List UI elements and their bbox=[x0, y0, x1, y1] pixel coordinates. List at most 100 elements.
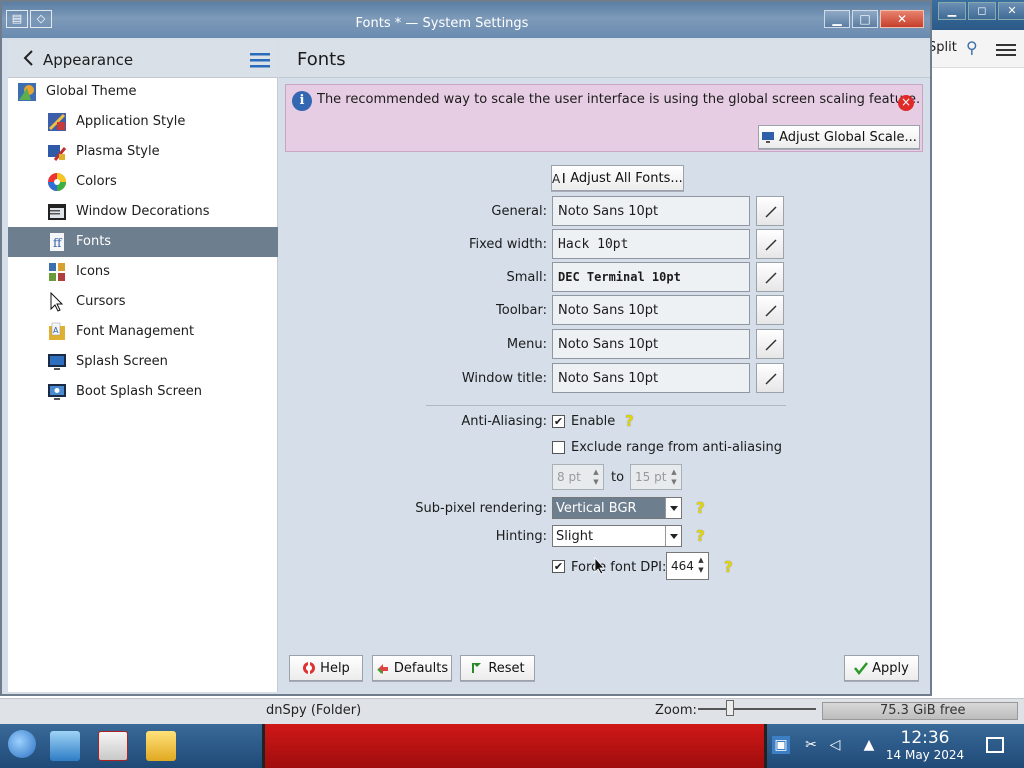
menu-font-choose-button[interactable] bbox=[756, 329, 784, 359]
chevron-down-icon[interactable] bbox=[665, 498, 681, 518]
show-desktop-icon[interactable] bbox=[986, 737, 1004, 753]
zoom-slider-thumb[interactable] bbox=[726, 700, 734, 716]
hamburger-menu-icon[interactable] bbox=[996, 44, 1016, 56]
sidebar-item-plasma-style[interactable]: Plasma Style bbox=[8, 137, 278, 167]
application-style-icon bbox=[48, 113, 66, 131]
boot-splash-screen-icon bbox=[48, 384, 66, 400]
sidebar-item-window-decorations[interactable]: Window Decorations bbox=[8, 197, 278, 227]
spin-arrows[interactable]: ▲ ▼ bbox=[590, 467, 602, 487]
font-adjust-icon: A bbox=[552, 172, 565, 185]
background-close-button[interactable]: ✕ bbox=[998, 2, 1024, 20]
sidebar-item-font-management[interactable]: A Font Management bbox=[8, 317, 278, 347]
adjust-all-fonts-button[interactable]: A Adjust All Fonts... bbox=[551, 165, 684, 191]
subpixel-rendering-select[interactable]: Vertical BGR bbox=[552, 497, 682, 519]
toolbar-font-field[interactable]: Noto Sans 10pt bbox=[552, 295, 750, 325]
background-maximize-button[interactable]: ◻ bbox=[968, 2, 996, 20]
text-editor-taskbar-icon[interactable] bbox=[98, 731, 128, 761]
menu-font-field[interactable]: Noto Sans 10pt bbox=[552, 329, 750, 359]
clock-time[interactable]: 12:36 bbox=[890, 728, 960, 748]
exclude-range-from-spinbox[interactable]: 8 pt ▲ ▼ bbox=[552, 464, 604, 490]
menu-label: Menu: bbox=[506, 337, 547, 352]
sidebar-item-colors[interactable]: Colors bbox=[8, 167, 278, 197]
force-font-dpi-label[interactable]: Force font DPI: bbox=[571, 560, 666, 575]
sidebar-item-label: Splash Screen bbox=[76, 354, 168, 369]
defaults-button[interactable]: Defaults bbox=[372, 655, 452, 681]
sidebar-item-icons[interactable]: Icons bbox=[8, 257, 278, 287]
help-button-label: Help bbox=[320, 660, 350, 676]
scissors-icon[interactable]: ✂ bbox=[802, 736, 820, 754]
background-minimize-button[interactable]: ▁ bbox=[938, 2, 966, 20]
minimize-button[interactable]: ▁ bbox=[824, 10, 850, 28]
content-header: Fonts bbox=[279, 40, 930, 78]
help-button[interactable]: Help bbox=[289, 655, 363, 681]
defaults-icon bbox=[377, 664, 388, 674]
background-split-label[interactable]: Split bbox=[928, 40, 957, 55]
sidebar-item-label: Colors bbox=[76, 174, 117, 189]
window-title-font-field[interactable]: Noto Sans 10pt bbox=[552, 363, 750, 393]
file-manager-taskbar-icon[interactable] bbox=[146, 731, 176, 761]
clock-date[interactable]: 14 May 2024 bbox=[880, 748, 970, 762]
sidebar-item-cursors[interactable]: Cursors bbox=[8, 287, 278, 317]
small-font-choose-button[interactable] bbox=[756, 262, 784, 292]
range-to-value: 15 pt bbox=[635, 470, 667, 484]
reset-button-label: Reset bbox=[488, 660, 525, 676]
font-picker-icon bbox=[765, 373, 777, 385]
general-font-choose-button[interactable] bbox=[756, 196, 784, 226]
close-icon[interactable]: × bbox=[898, 95, 914, 111]
help-icon[interactable]: ? bbox=[696, 499, 710, 517]
sidebar-item-fonts[interactable]: ff Fonts bbox=[8, 227, 278, 257]
help-lifebuoy-icon bbox=[303, 662, 316, 674]
help-icon[interactable]: ? bbox=[625, 412, 639, 430]
chevron-down-icon[interactable] bbox=[665, 526, 681, 546]
system-settings-taskbar-icon[interactable] bbox=[50, 731, 80, 761]
adjust-global-scale-label: Adjust Global Scale... bbox=[779, 129, 917, 145]
exclude-range-label[interactable]: Exclude range from anti-aliasing bbox=[571, 440, 782, 455]
maximize-button[interactable]: □ bbox=[852, 10, 878, 28]
start-menu-icon[interactable] bbox=[8, 730, 36, 758]
svg-text:A: A bbox=[552, 172, 561, 185]
volume-icon[interactable]: ◁ bbox=[826, 736, 844, 754]
help-icon[interactable]: ? bbox=[696, 527, 710, 545]
window-title-font-choose-button[interactable] bbox=[756, 363, 784, 393]
fixed-width-font-choose-button[interactable] bbox=[756, 229, 784, 259]
anti-aliasing-enable-label[interactable]: Enable bbox=[571, 414, 615, 429]
sidebar: Appearance Global Theme Application Styl… bbox=[8, 40, 278, 692]
sidebar-item-boot-splash-screen[interactable]: Boot Splash Screen bbox=[8, 377, 278, 407]
spin-arrows[interactable]: ▲ ▼ bbox=[668, 467, 680, 487]
spin-arrows[interactable]: ▲ ▼ bbox=[695, 555, 707, 575]
sidebar-item-application-style[interactable]: Application Style bbox=[8, 107, 278, 137]
tray-app-icon[interactable]: ▣ bbox=[772, 736, 790, 754]
search-icon[interactable]: ⚲ bbox=[966, 38, 978, 57]
close-button[interactable]: ✕ bbox=[880, 10, 924, 28]
adjust-global-scale-button[interactable]: Adjust Global Scale... bbox=[758, 125, 920, 149]
force-font-dpi-spinbox[interactable]: 464 ▲ ▼ bbox=[666, 552, 709, 580]
hamburger-icon[interactable] bbox=[250, 52, 270, 68]
sidebar-item-label: Global Theme bbox=[46, 84, 137, 99]
hinting-select[interactable]: Slight bbox=[552, 525, 682, 547]
tray-expand-icon[interactable]: ▲ bbox=[860, 736, 878, 754]
zoom-slider-track[interactable] bbox=[698, 708, 816, 710]
reset-button[interactable]: Reset bbox=[460, 655, 535, 681]
window-titlebar[interactable]: ▤ ◇ Fonts * — System Settings ▁ □ ✕ bbox=[2, 2, 930, 38]
general-label: General: bbox=[491, 204, 547, 219]
toolbar-label: Toolbar: bbox=[496, 303, 547, 318]
toolbar-font-choose-button[interactable] bbox=[756, 295, 784, 325]
back-arrow-icon[interactable] bbox=[22, 50, 34, 66]
exclude-range-to-spinbox[interactable]: 15 pt ▲ ▼ bbox=[630, 464, 682, 490]
colors-icon bbox=[48, 173, 66, 191]
splash-screen-icon bbox=[48, 354, 66, 370]
apply-button[interactable]: Apply bbox=[844, 655, 919, 681]
fixed-width-font-field[interactable]: Hack 10pt bbox=[552, 229, 750, 259]
font-picker-icon bbox=[765, 206, 777, 218]
small-font-field[interactable]: DEC Terminal 10pt bbox=[552, 262, 750, 292]
help-icon[interactable]: ? bbox=[724, 558, 738, 576]
fonts-page: Fonts i The recommended way to scale the… bbox=[279, 40, 930, 692]
subpixel-rendering-label: Sub-pixel rendering: bbox=[415, 501, 547, 516]
sidebar-item-splash-screen[interactable]: Splash Screen bbox=[8, 347, 278, 377]
force-font-dpi-checkbox[interactable]: ✔ bbox=[552, 560, 565, 573]
exclude-range-checkbox[interactable] bbox=[552, 441, 565, 454]
anti-aliasing-enable-checkbox[interactable]: ✔ bbox=[552, 415, 565, 428]
sidebar-item-global-theme[interactable]: Global Theme bbox=[8, 77, 278, 107]
hinting-value: Slight bbox=[556, 529, 594, 544]
general-font-field[interactable]: Noto Sans 10pt bbox=[552, 196, 750, 226]
